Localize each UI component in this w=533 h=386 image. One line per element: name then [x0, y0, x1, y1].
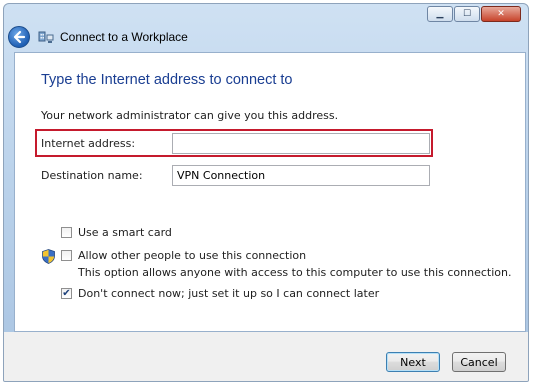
wizard-nav: Connect to a Workplace	[8, 26, 188, 48]
window-controls: ▁ ☐ ✕	[427, 6, 521, 22]
smart-card-label: Use a smart card	[78, 226, 172, 239]
dont-connect-label: Don't connect now; just set it up so I c…	[78, 287, 380, 300]
wizard-window: ▁ ☐ ✕ Connect to a Workplace Type the In…	[3, 3, 529, 382]
smart-card-checkbox[interactable]	[61, 227, 72, 238]
destination-name-label: Destination name:	[41, 169, 143, 182]
window-title: Connect to a Workplace	[60, 30, 188, 44]
back-button[interactable]	[8, 26, 30, 48]
cancel-button[interactable]: Cancel	[452, 352, 506, 372]
allow-others-checkbox[interactable]	[61, 250, 72, 261]
allow-others-label: Allow other people to use this connectio…	[78, 249, 307, 262]
title-bar: ▁ ☐ ✕	[4, 4, 528, 24]
next-button[interactable]: Next	[386, 352, 440, 372]
internet-address-row: Internet address:	[41, 133, 431, 154]
dont-connect-checkbox[interactable]: ✔	[61, 288, 72, 299]
smart-card-option[interactable]: Use a smart card	[61, 226, 172, 239]
wizard-content: Type the Internet address to connect to …	[14, 52, 526, 332]
internet-address-label: Internet address:	[41, 137, 136, 150]
allow-others-note: This option allows anyone with access to…	[78, 266, 512, 279]
instruction-text: Your network administrator can give you …	[41, 109, 339, 122]
destination-name-row: Destination name:	[41, 165, 431, 186]
dont-connect-option[interactable]: ✔ Don't connect now; just set it up so I…	[61, 287, 379, 300]
uac-shield-icon	[42, 249, 55, 264]
wizard-footer: Next Cancel	[4, 332, 528, 381]
allow-others-option[interactable]: Allow other people to use this connectio…	[61, 249, 306, 262]
maximize-button[interactable]: ☐	[454, 6, 480, 22]
back-arrow-icon	[13, 30, 26, 44]
close-button[interactable]: ✕	[481, 6, 521, 22]
page-heading: Type the Internet address to connect to	[41, 72, 293, 88]
network-workplace-icon	[38, 31, 54, 43]
internet-address-input[interactable]	[172, 133, 430, 154]
destination-name-input[interactable]	[172, 165, 430, 186]
minimize-button[interactable]: ▁	[427, 6, 453, 22]
